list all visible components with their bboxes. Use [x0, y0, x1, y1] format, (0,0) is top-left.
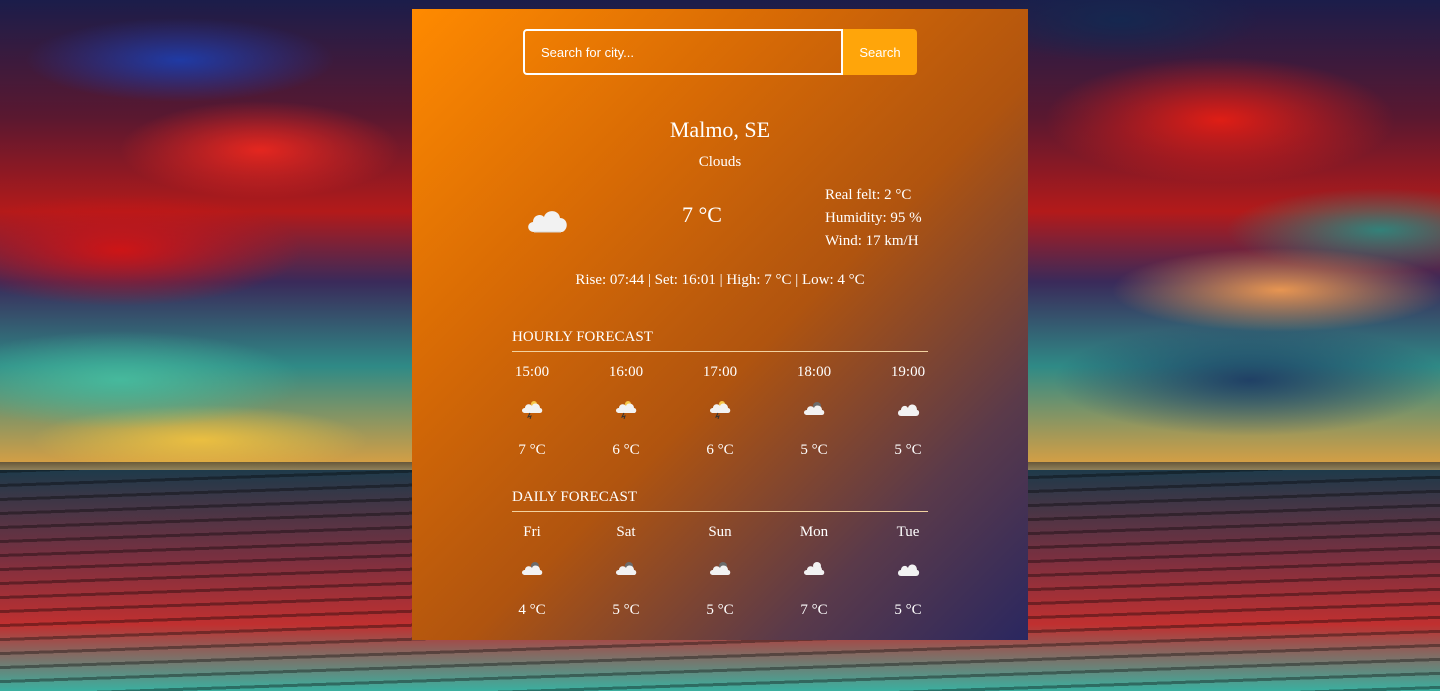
sun-behind-cloud-icon: [804, 562, 825, 575]
current-temperature: 7 °C: [682, 202, 722, 227]
day-temperature: 7 °C: [800, 602, 828, 618]
sun-behind-cloud-icon: [710, 562, 731, 575]
city-name: Malmo, SE: [669, 117, 771, 142]
weather-card: Search Malmo, SE Clouds 7 °C Real felt: …: [412, 9, 1028, 640]
search-bar: Search: [523, 29, 917, 75]
weather-condition: Clouds: [698, 154, 742, 170]
hourly-forecast-title: HOURLY FORECAST: [512, 329, 928, 352]
cloud-icon: [898, 404, 920, 416]
sun-and-range-line: Rise: 07:44 | Set: 16:01 | High: 7 °C | …: [575, 272, 865, 288]
thunder-cloud-icon: [522, 401, 543, 419]
wind: Wind: 17 km/H: [825, 233, 919, 249]
cloud-icon: [898, 564, 920, 576]
daily-forecast-title: DAILY FORECAST: [512, 489, 928, 512]
thunder-cloud-icon: [616, 401, 637, 419]
sun-behind-cloud-icon: [522, 562, 543, 575]
day-label: Tue: [896, 524, 920, 540]
search-button[interactable]: Search: [843, 29, 917, 75]
search-input[interactable]: [523, 29, 843, 75]
hour-temperature: 6 °C: [706, 442, 734, 458]
weather-details: Real felt: 2 °C Humidity: 95 % Wind: 17 …: [825, 184, 922, 253]
hour-label: 16:00: [608, 364, 644, 380]
day-temperature: 5 °C: [612, 602, 640, 618]
hourly-forecast-list: 15:00 7 °C 16:00 6 °C 17:00 6 °C 18:00 5…: [512, 361, 928, 471]
humidity: Humidity: 95 %: [825, 210, 922, 226]
hour-label: 15:00: [514, 364, 550, 380]
hour-temperature: 6 °C: [612, 442, 640, 458]
sun-behind-cloud-icon: [616, 562, 637, 575]
sun-behind-cloud-icon: [804, 402, 825, 415]
day-label: Fri: [523, 524, 541, 540]
cloud-icon: [528, 211, 567, 233]
thunder-cloud-icon: [710, 401, 731, 419]
hour-label: 17:00: [702, 364, 738, 380]
hour-label: 18:00: [796, 364, 832, 380]
hour-label: 19:00: [890, 364, 926, 380]
hour-temperature: 7 °C: [518, 442, 546, 458]
day-label: Mon: [799, 524, 829, 540]
day-temperature: 5 °C: [706, 602, 734, 618]
hour-temperature: 5 °C: [894, 442, 922, 458]
day-label: Sat: [616, 524, 636, 540]
daily-forecast-list: Fri 4 °C Sat 5 °C Sun 5 °C Mon 7 °C Tue …: [512, 521, 928, 631]
hour-temperature: 5 °C: [800, 442, 828, 458]
day-temperature: 4 °C: [518, 602, 546, 618]
day-temperature: 5 °C: [894, 602, 922, 618]
day-label: Sun: [708, 524, 732, 540]
real-felt: Real felt: 2 °C: [825, 187, 912, 203]
